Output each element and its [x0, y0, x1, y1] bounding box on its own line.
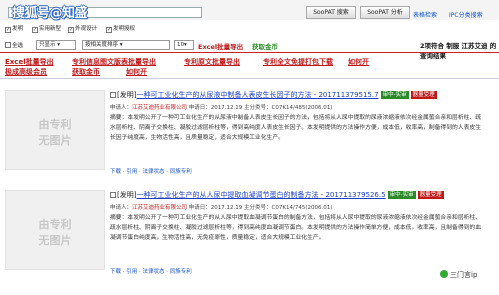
result-thumbnail[interactable]: 由专利 无图片 — [5, 90, 105, 170]
select-all[interactable]: 全选 — [5, 41, 23, 49]
checkbox-icon[interactable]: ✓ — [106, 27, 112, 33]
promo-fulltext-download[interactable]: 专利全文免提打包下载 — [263, 57, 333, 67]
checkbox-icon[interactable] — [110, 92, 116, 98]
promo-how-to-open-1[interactable]: 如何开 — [348, 57, 369, 67]
filter-utility[interactable]: ✓ 实用新型 — [32, 24, 61, 33]
result-title-link[interactable]: 一种可工业化生产的从人尿中提取血凝调节蛋白的制备方法 - 20171137952… — [136, 191, 385, 199]
status-badge: 审中-实审 — [380, 91, 409, 99]
result-tools[interactable]: 下载 · 引用 · 法律状态 · 同族专利 — [110, 267, 192, 275]
analysis-button[interactable]: SooPAT 分析 — [360, 6, 410, 19]
checkbox-icon[interactable] — [110, 192, 116, 198]
page-size-select[interactable]: 10▾ — [174, 40, 194, 50]
result-abstract: 摘要：本发明公开了一种可工业化生产的从尿液中制备人表皮生长因子的方法，包括将从人… — [110, 115, 482, 141]
promo-excel-export[interactable]: Excel批量导出 — [5, 57, 54, 67]
result-meta: 申请人：江苏艾迪药业有限公司 申请日：2017.12.19 主分类号：C07K1… — [110, 105, 333, 111]
sort-select[interactable]: 按相关度排序 ▾ — [82, 40, 170, 50]
result-tools[interactable]: 下载 · 引用 · 法律状态 · 同族专利 — [110, 167, 192, 175]
applicant-link[interactable]: 江苏艾迪药业有限公司 — [132, 205, 187, 211]
ipc-search-link[interactable]: IPC分类搜索 — [449, 10, 483, 19]
result-title-link[interactable]: 一种可工业化生产的从尿液中制备人表皮生长因子的方法 - 201711379515… — [136, 91, 378, 99]
checkbox-icon[interactable]: ✓ — [5, 27, 11, 33]
promo-original-export[interactable]: 专利原文批量导出 — [184, 57, 240, 67]
applicant-link[interactable]: 江苏艾迪药业有限公司 — [132, 105, 187, 111]
promo-graphic-export[interactable]: 专利信息图文版表批量导出 — [72, 57, 156, 67]
promo-premium-member[interactable]: 极成高级会员 — [5, 67, 47, 77]
search-button[interactable]: SooPAT 搜索 — [306, 6, 356, 19]
promo-earn-coins[interactable]: 获取金币 — [72, 67, 100, 77]
divider — [0, 52, 499, 53]
checkbox-icon[interactable] — [5, 42, 11, 48]
filter-design[interactable]: ✓ 外观设计 — [68, 24, 97, 33]
result-count: 2项符合 制服 江苏艾迪 的查询结果 — [420, 42, 497, 60]
checkbox-icon[interactable]: ✓ — [68, 27, 74, 33]
filter-dropdown[interactable]: 只显示 ▾ — [36, 40, 76, 50]
promo-how-to-open-2[interactable]: 如何开 — [126, 67, 147, 77]
earn-coins-link[interactable]: 获取金币 — [252, 41, 278, 51]
excel-export-link[interactable]: Excel批量导出 — [198, 41, 243, 51]
result-meta: 申请人：江苏艾迪药业有限公司 申请日：2017.12.19 主分类号：C07K1… — [110, 205, 333, 211]
logo-icon — [440, 270, 448, 278]
filter-grant[interactable]: ✓ 发明授权 — [106, 24, 135, 33]
filter-invention[interactable]: ✓ 发明 — [5, 24, 23, 33]
result-abstract: 摘要：本发明公开了一种可工业化生产的从人尿中提取血凝调节蛋白的制备方法，包括将从… — [110, 215, 482, 241]
status-badge: 审中-实审 — [387, 191, 416, 199]
footer-logo: 三门言ip — [440, 270, 477, 280]
status-badge: 器量受理 — [410, 91, 437, 99]
watermark-text: 搜狐号@知盛 — [12, 6, 88, 21]
result-thumbnail[interactable]: 由专利 无图片 — [5, 190, 105, 270]
table-search-link[interactable]: 表格检索 — [413, 10, 437, 19]
result-title: [发明]一种可工业化生产的从人尿中提取血凝调节蛋白的制备方法 - 2017113… — [110, 190, 444, 200]
result-title: [发明]一种可工业化生产的从尿液中制备人表皮生长因子的方法 - 20171137… — [110, 90, 437, 100]
status-badge: 器量受理 — [417, 191, 444, 199]
checkbox-icon[interactable]: ✓ — [32, 27, 38, 33]
divider — [0, 78, 499, 79]
